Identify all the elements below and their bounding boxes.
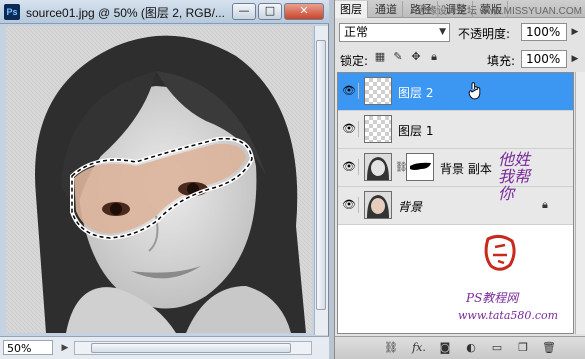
canvas-vertical-scroll-thumb[interactable] [316, 40, 326, 310]
link-layers-icon[interactable]: ⛓ [383, 341, 399, 355]
layer-name[interactable]: 背景 [398, 198, 422, 215]
layer-thumbnail [364, 77, 392, 105]
document-title-bar[interactable]: Ps source01.jpg @ 50% (图层 2, RGB/... — □… [0, 0, 329, 24]
lock-position-icon[interactable]: ✥ [409, 50, 423, 64]
maximize-button[interactable]: □ [258, 3, 282, 20]
zoom-level-field[interactable]: 50% [3, 340, 53, 355]
opacity-field[interactable]: 100% [521, 23, 567, 41]
calligraphy-char: 帮 [514, 167, 531, 186]
blend-mode-value: 正常 [344, 25, 369, 39]
status-menu-arrow-icon[interactable]: ▶ [58, 341, 72, 355]
layer-row-background-copy[interactable]: 👁 ⛓ 背景 副本 [338, 149, 573, 187]
brand-name: PS教程网 [466, 291, 519, 305]
layers-list: 👁 图层 2 👁 图层 1 👁 ⛓ 背景 副本 👁 背景 🔒︎ 他姓 我帮 你 … [337, 72, 574, 334]
layer-thumbnail [364, 191, 392, 219]
visibility-eye-icon[interactable]: 👁 [340, 83, 359, 99]
close-button[interactable]: ✕ [284, 3, 324, 20]
visibility-eye-icon[interactable]: 👁 [340, 197, 359, 213]
visibility-eye-icon[interactable]: 👁 [340, 159, 359, 175]
opacity-slider-arrow-icon[interactable]: ▶ [569, 23, 581, 41]
layer-name[interactable]: 图层 2 [398, 84, 433, 101]
layers-panel: 图层 通道 路径 调整 蒙版 思缘设计论坛 www.MISSYUAN.COM 正… [334, 0, 585, 359]
layer-thumbnail [364, 153, 392, 181]
canvas-horizontal-scrollbar[interactable] [74, 341, 312, 355]
opacity-label: 不透明度: [458, 27, 511, 41]
site-watermark: 思缘设计论坛 www.MISSYUAN.COM [416, 6, 582, 17]
red-seal-stamp [484, 234, 516, 271]
new-layer-icon[interactable]: ❐ [515, 341, 531, 355]
blend-opacity-row: 正常 ▼ 不透明度: 100% ▶ [335, 22, 585, 44]
chevron-down-icon: ▼ [439, 27, 446, 37]
lock-all-icon[interactable]: 🔒︎ [427, 50, 441, 64]
photoshop-app-icon: Ps [4, 4, 20, 20]
new-group-icon[interactable]: ▭ [489, 341, 505, 355]
tab-layers[interactable]: 图层 [335, 1, 368, 18]
blend-mode-select[interactable]: 正常 ▼ [339, 23, 450, 42]
calligraphy-watermark: 他姓 我帮 你 [498, 151, 530, 202]
lock-transparency-icon[interactable]: ▦ [373, 50, 387, 64]
calligraphy-char: 你 [498, 184, 515, 203]
lock-label: 锁定: [340, 54, 369, 68]
layer-style-fx-icon[interactable]: fx. [411, 341, 427, 355]
layer-row-layer1[interactable]: 👁 图层 1 [338, 111, 573, 149]
panel-tabs: 图层 通道 路径 调整 蒙版 思缘设计论坛 www.MISSYUAN.COM [335, 0, 585, 18]
layer-lock-icon: 🔒︎ [542, 198, 548, 211]
layer-thumbnail [364, 115, 392, 143]
canvas-vertical-scrollbar[interactable] [314, 26, 328, 335]
lock-pixels-icon[interactable]: ✎ [391, 50, 405, 64]
layers-panel-toolbar: ⛓ fx. ◙ ◐ ▭ ❐ 🗑︎ [335, 336, 585, 359]
image-canvas[interactable] [6, 26, 312, 333]
add-mask-icon[interactable]: ◙ [437, 341, 453, 355]
minimize-button[interactable]: — [232, 3, 256, 20]
layer-mask-thumbnail[interactable] [406, 153, 434, 181]
canvas-horizontal-scroll-thumb[interactable] [91, 343, 291, 353]
fill-label: 填充: [487, 54, 516, 68]
brand-url: www.tata580.com [458, 309, 559, 322]
document-title: source01.jpg @ 50% (图层 2, RGB/... [26, 6, 225, 20]
hand-cursor-icon [468, 82, 481, 100]
fill-slider-arrow-icon[interactable]: ▶ [569, 50, 581, 68]
document-window: Ps source01.jpg @ 50% (图层 2, RGB/... — □… [0, 0, 329, 359]
adjustment-layer-icon[interactable]: ◐ [463, 341, 479, 355]
layer-name[interactable]: 背景 副本 [440, 160, 492, 177]
layers-scrollbar[interactable] [575, 72, 585, 334]
document-status-bar: 50% ▶ [0, 336, 329, 359]
layer-row-layer2[interactable]: 👁 图层 2 [338, 73, 573, 111]
delete-layer-icon[interactable]: 🗑︎ [541, 341, 557, 355]
visibility-eye-icon[interactable]: 👁 [340, 121, 359, 137]
layer-row-background[interactable]: 👁 背景 🔒︎ [338, 187, 573, 225]
portrait-photo [6, 26, 312, 333]
tab-channels[interactable]: 通道 [370, 1, 403, 18]
fill-field[interactable]: 100% [521, 50, 567, 68]
layer-name[interactable]: 图层 1 [398, 122, 433, 139]
